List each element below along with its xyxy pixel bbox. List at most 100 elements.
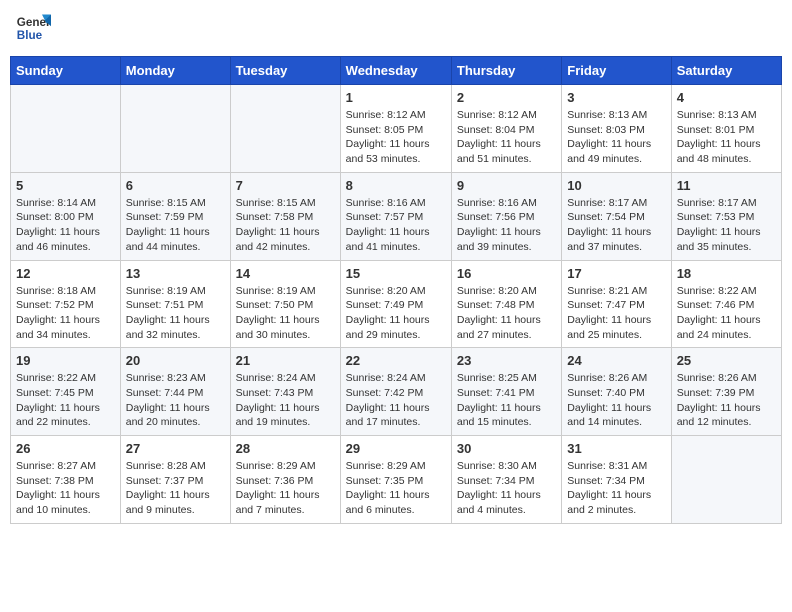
calendar-day-cell: 30 Sunrise: 8:30 AM Sunset: 7:34 PM Dayli…: [451, 436, 561, 524]
day-info: Sunrise: 8:17 AM Sunset: 7:53 PM Dayligh…: [677, 196, 776, 255]
day-number: 7: [236, 178, 335, 193]
calendar-day-cell: 23Sunrise: 8:25 AM Sunset: 7:41 PM Dayli…: [451, 348, 561, 436]
day-info: Sunrise: 8:16 AM Sunset: 7:57 PM Dayligh…: [346, 196, 446, 255]
day-number: 21: [236, 353, 335, 368]
calendar-day-cell: 11 Sunrise: 8:17 AM Sunset: 7:53 PM Dayli…: [671, 172, 781, 260]
calendar-day-cell: 28 Sunrise: 8:29 AM Sunset: 7:36 PM Dayli…: [230, 436, 340, 524]
day-info: Sunrise: 8:13 AM Sunset: 8:01 PM Dayligh…: [677, 108, 776, 167]
calendar-day-cell: 24 Sunrise: 8:26 AM Sunset: 7:40 PM Dayli…: [562, 348, 671, 436]
day-number: 16: [457, 266, 556, 281]
calendar-day-cell: 10 Sunrise: 8:17 AM Sunset: 7:54 PM Dayli…: [562, 172, 671, 260]
day-number: 17: [567, 266, 665, 281]
day-number: 22: [346, 353, 446, 368]
day-info: Sunrise: 8:12 AM Sunset: 8:04 PM Dayligh…: [457, 108, 556, 167]
day-info: Sunrise: 8:23 AM Sunset: 7:44 PM Dayligh…: [126, 371, 225, 430]
calendar-day-cell: 7 Sunrise: 8:15 AM Sunset: 7:58 PM Daylig…: [230, 172, 340, 260]
calendar-day-cell: 18Sunrise: 8:22 AM Sunset: 7:46 PM Dayli…: [671, 260, 781, 348]
day-number: 6: [126, 178, 225, 193]
calendar-day-cell: 26 Sunrise: 8:27 AM Sunset: 7:38 PM Dayli…: [11, 436, 121, 524]
day-info: Sunrise: 8:29 AM Sunset: 7:35 PM Dayligh…: [346, 459, 446, 518]
day-number: 10: [567, 178, 665, 193]
calendar-day-cell: 1 Sunrise: 8:12 AM Sunset: 8:05 PM Daylig…: [340, 85, 451, 173]
day-info: Sunrise: 8:29 AM Sunset: 7:36 PM Dayligh…: [236, 459, 335, 518]
calendar-day-cell: 20Sunrise: 8:23 AM Sunset: 7:44 PM Dayli…: [120, 348, 230, 436]
day-info: Sunrise: 8:18 AM Sunset: 7:52 PM Dayligh…: [16, 284, 115, 343]
calendar-day-cell: 15Sunrise: 8:20 AM Sunset: 7:49 PM Dayli…: [340, 260, 451, 348]
day-number: 9: [457, 178, 556, 193]
day-number: 28: [236, 441, 335, 456]
day-info: Sunrise: 8:22 AM Sunset: 7:46 PM Dayligh…: [677, 284, 776, 343]
day-number: 5: [16, 178, 115, 193]
calendar-day-cell: [230, 85, 340, 173]
day-info: Sunrise: 8:26 AM Sunset: 7:40 PM Dayligh…: [567, 371, 665, 430]
day-info: Sunrise: 8:19 AM Sunset: 7:51 PM Dayligh…: [126, 284, 225, 343]
calendar-day-cell: 29 Sunrise: 8:29 AM Sunset: 7:35 PM Dayli…: [340, 436, 451, 524]
page-header: General Blue: [10, 10, 782, 46]
day-info: Sunrise: 8:14 AM Sunset: 8:00 PM Dayligh…: [16, 196, 115, 255]
calendar-day-cell: 21 Sunrise: 8:24 AM Sunset: 7:43 PM Dayli…: [230, 348, 340, 436]
day-info: Sunrise: 8:21 AM Sunset: 7:47 PM Dayligh…: [567, 284, 665, 343]
day-info: Sunrise: 8:24 AM Sunset: 7:42 PM Dayligh…: [346, 371, 446, 430]
calendar-day-cell: 22 Sunrise: 8:24 AM Sunset: 7:42 PM Dayli…: [340, 348, 451, 436]
weekday-header-row: SundayMondayTuesdayWednesdayThursdayFrid…: [11, 57, 782, 85]
calendar-day-cell: [671, 436, 781, 524]
day-number: 30: [457, 441, 556, 456]
day-number: 11: [677, 178, 776, 193]
calendar-day-cell: [11, 85, 121, 173]
day-number: 15: [346, 266, 446, 281]
day-info: Sunrise: 8:30 AM Sunset: 7:34 PM Dayligh…: [457, 459, 556, 518]
calendar-day-cell: 3Sunrise: 8:13 AM Sunset: 8:03 PM Daylig…: [562, 85, 671, 173]
weekday-header: Monday: [120, 57, 230, 85]
calendar-day-cell: 4 Sunrise: 8:13 AM Sunset: 8:01 PM Daylig…: [671, 85, 781, 173]
logo-icon: General Blue: [15, 10, 51, 46]
weekday-header: Tuesday: [230, 57, 340, 85]
day-info: Sunrise: 8:16 AM Sunset: 7:56 PM Dayligh…: [457, 196, 556, 255]
day-number: 24: [567, 353, 665, 368]
calendar-day-cell: 2 Sunrise: 8:12 AM Sunset: 8:04 PM Daylig…: [451, 85, 561, 173]
day-info: Sunrise: 8:17 AM Sunset: 7:54 PM Dayligh…: [567, 196, 665, 255]
calendar-day-cell: 31Sunrise: 8:31 AM Sunset: 7:34 PM Dayli…: [562, 436, 671, 524]
day-number: 4: [677, 90, 776, 105]
calendar-day-cell: 27Sunrise: 8:28 AM Sunset: 7:37 PM Dayli…: [120, 436, 230, 524]
day-info: Sunrise: 8:22 AM Sunset: 7:45 PM Dayligh…: [16, 371, 115, 430]
day-number: 1: [346, 90, 446, 105]
day-info: Sunrise: 8:27 AM Sunset: 7:38 PM Dayligh…: [16, 459, 115, 518]
calendar-day-cell: 12 Sunrise: 8:18 AM Sunset: 7:52 PM Dayli…: [11, 260, 121, 348]
day-info: Sunrise: 8:28 AM Sunset: 7:37 PM Dayligh…: [126, 459, 225, 518]
calendar-day-cell: 17 Sunrise: 8:21 AM Sunset: 7:47 PM Dayli…: [562, 260, 671, 348]
day-number: 25: [677, 353, 776, 368]
logo: General Blue: [15, 10, 51, 46]
day-info: Sunrise: 8:19 AM Sunset: 7:50 PM Dayligh…: [236, 284, 335, 343]
calendar-day-cell: 6 Sunrise: 8:15 AM Sunset: 7:59 PM Daylig…: [120, 172, 230, 260]
day-number: 3: [567, 90, 665, 105]
calendar-week-row: 12 Sunrise: 8:18 AM Sunset: 7:52 PM Dayli…: [11, 260, 782, 348]
calendar-week-row: 5 Sunrise: 8:14 AM Sunset: 8:00 PM Daylig…: [11, 172, 782, 260]
day-number: 29: [346, 441, 446, 456]
weekday-header: Sunday: [11, 57, 121, 85]
calendar-day-cell: 9 Sunrise: 8:16 AM Sunset: 7:56 PM Daylig…: [451, 172, 561, 260]
weekday-header: Thursday: [451, 57, 561, 85]
svg-text:Blue: Blue: [17, 29, 43, 42]
calendar-day-cell: 25 Sunrise: 8:26 AM Sunset: 7:39 PM Dayli…: [671, 348, 781, 436]
weekday-header: Saturday: [671, 57, 781, 85]
day-number: 8: [346, 178, 446, 193]
day-number: 23: [457, 353, 556, 368]
day-number: 13: [126, 266, 225, 281]
weekday-header: Friday: [562, 57, 671, 85]
day-number: 26: [16, 441, 115, 456]
calendar-day-cell: [120, 85, 230, 173]
calendar-day-cell: 8 Sunrise: 8:16 AM Sunset: 7:57 PM Daylig…: [340, 172, 451, 260]
day-number: 2: [457, 90, 556, 105]
day-number: 14: [236, 266, 335, 281]
calendar-day-cell: 13 Sunrise: 8:19 AM Sunset: 7:51 PM Dayli…: [120, 260, 230, 348]
day-info: Sunrise: 8:15 AM Sunset: 7:59 PM Dayligh…: [126, 196, 225, 255]
day-number: 19: [16, 353, 115, 368]
calendar-day-cell: 19 Sunrise: 8:22 AM Sunset: 7:45 PM Dayli…: [11, 348, 121, 436]
day-info: Sunrise: 8:20 AM Sunset: 7:48 PM Dayligh…: [457, 284, 556, 343]
calendar-week-row: 26 Sunrise: 8:27 AM Sunset: 7:38 PM Dayli…: [11, 436, 782, 524]
day-info: Sunrise: 8:12 AM Sunset: 8:05 PM Dayligh…: [346, 108, 446, 167]
day-info: Sunrise: 8:15 AM Sunset: 7:58 PM Dayligh…: [236, 196, 335, 255]
day-number: 12: [16, 266, 115, 281]
day-info: Sunrise: 8:24 AM Sunset: 7:43 PM Dayligh…: [236, 371, 335, 430]
day-info: Sunrise: 8:26 AM Sunset: 7:39 PM Dayligh…: [677, 371, 776, 430]
